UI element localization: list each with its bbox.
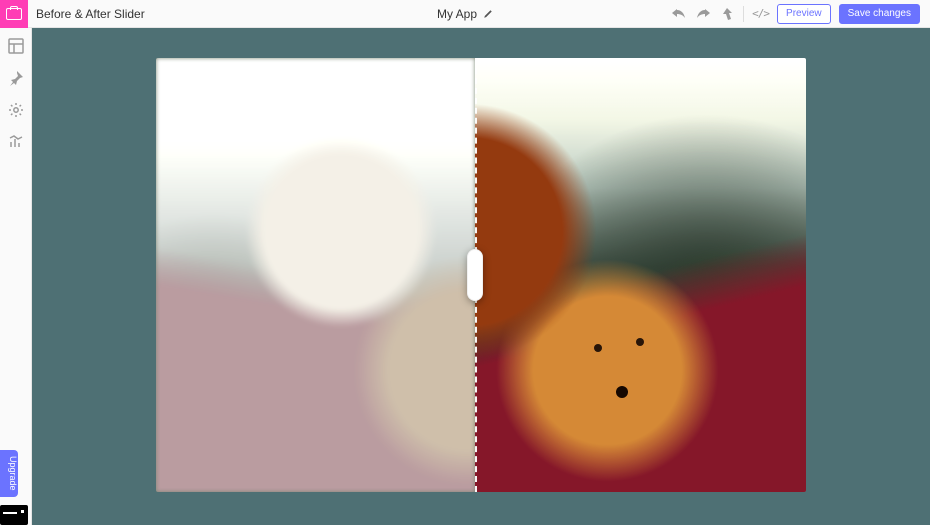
pencil-icon[interactable] xyxy=(483,9,493,19)
preview-button[interactable]: Preview xyxy=(777,4,831,24)
push-arrow-icon[interactable] xyxy=(719,6,735,22)
save-button[interactable]: Save changes xyxy=(839,4,920,24)
layout-icon[interactable] xyxy=(8,38,24,54)
redo-icon[interactable] xyxy=(695,6,711,22)
slider-handle[interactable] xyxy=(467,249,483,301)
upgrade-tag[interactable]: Upgrade xyxy=(0,450,18,497)
pin-icon[interactable] xyxy=(8,70,24,86)
divider xyxy=(743,6,744,22)
code-icon[interactable]: </> xyxy=(752,7,769,20)
brand-logo[interactable] xyxy=(0,0,28,28)
before-after-slider-widget[interactable] xyxy=(156,58,806,492)
undo-icon[interactable] xyxy=(671,6,687,22)
project-title-group: My App xyxy=(437,0,493,28)
after-image xyxy=(475,58,807,492)
camera-icon xyxy=(6,8,22,20)
gear-icon[interactable] xyxy=(8,102,24,118)
top-bar: Before & After Slider My App </> Preview… xyxy=(0,0,930,28)
before-image xyxy=(156,58,475,492)
topbar-actions: </> Preview Save changes xyxy=(671,0,930,28)
brand-badge[interactable] xyxy=(0,505,28,525)
app-title: Before & After Slider xyxy=(36,7,145,21)
project-name[interactable]: My App xyxy=(437,7,477,21)
editor-canvas xyxy=(32,28,930,525)
chart-icon[interactable] xyxy=(8,134,24,150)
